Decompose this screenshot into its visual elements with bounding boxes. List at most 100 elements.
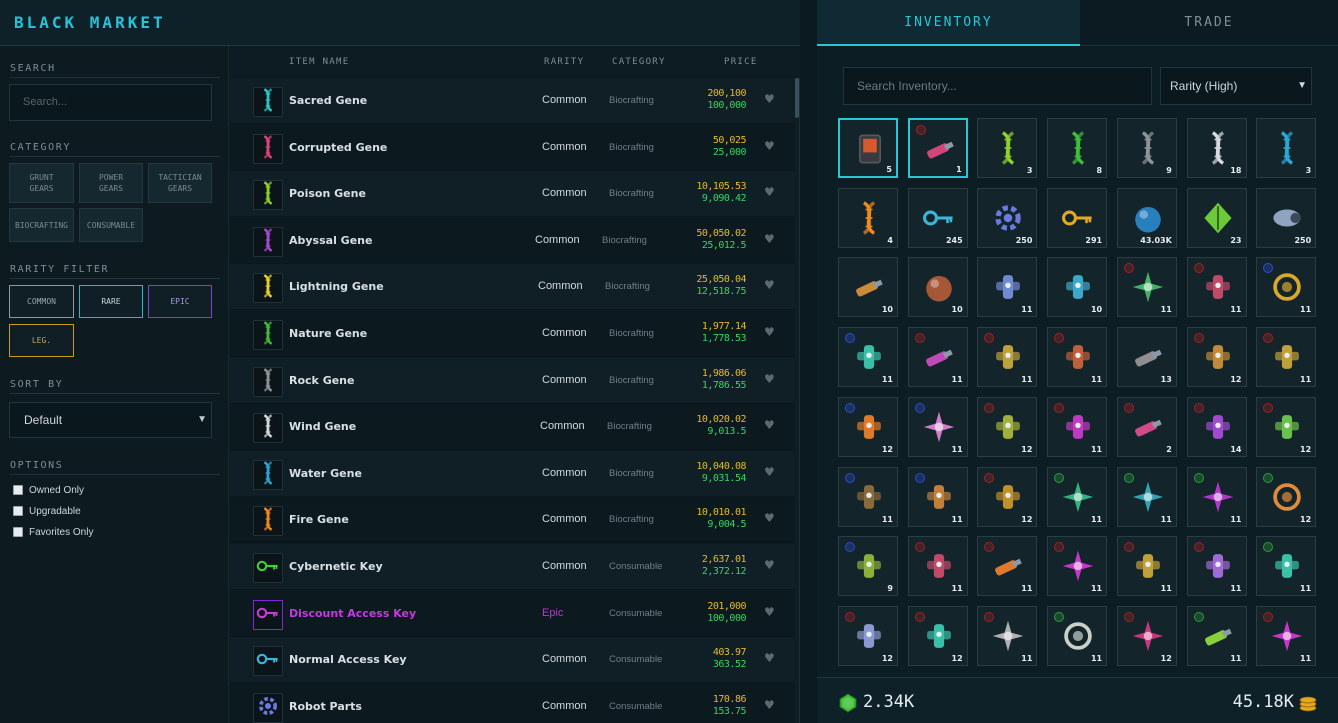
inventory-slot[interactable]: 11 bbox=[907, 536, 968, 597]
inventory-slot[interactable]: 11 bbox=[1116, 536, 1177, 597]
inventory-slot[interactable]: 12 bbox=[838, 396, 898, 457]
inventory-slot[interactable]: 12 bbox=[1116, 605, 1177, 666]
rarity-sort-select[interactable]: Rarity (High) ▼ bbox=[1160, 67, 1312, 105]
inventory-slot[interactable]: 9 bbox=[838, 536, 898, 597]
option-upgradable[interactable]: Upgradable bbox=[13, 504, 81, 518]
inventory-slot[interactable]: 12 bbox=[1256, 396, 1317, 457]
inventory-slot[interactable]: 250 bbox=[977, 187, 1038, 248]
table-row[interactable]: Rock Gene Common Biocrafting 1,986.06 1,… bbox=[230, 357, 796, 404]
table-row[interactable]: Fire Gene Common Biocrafting 10,010.01 9… bbox=[230, 497, 796, 544]
rarity-common-button[interactable]: COMMON bbox=[9, 285, 74, 318]
favorite-heart-icon[interactable]: ♥ bbox=[764, 278, 775, 292]
inventory-slot[interactable]: 11 bbox=[1186, 536, 1247, 597]
table-row[interactable]: Wind Gene Common Biocrafting 10,020.02 9… bbox=[230, 404, 796, 451]
inventory-slot[interactable]: 291 bbox=[1047, 187, 1108, 248]
inventory-search-input[interactable]: Search Inventory... bbox=[843, 67, 1152, 105]
inventory-slot[interactable]: 14 bbox=[1186, 396, 1247, 457]
column-header-rarity[interactable]: RARITY bbox=[544, 57, 584, 67]
rarity-rare-button[interactable]: RARE bbox=[79, 285, 143, 318]
inventory-slot[interactable]: 11 bbox=[1047, 536, 1108, 597]
table-row[interactable]: Nature Gene Common Biocrafting 1,977.14 … bbox=[230, 311, 796, 357]
inventory-slot[interactable]: 11 bbox=[1256, 536, 1317, 597]
inventory-slot[interactable]: 11 bbox=[977, 327, 1038, 388]
inventory-slot[interactable]: 5 bbox=[838, 118, 898, 178]
inventory-slot[interactable]: 11 bbox=[1256, 257, 1317, 318]
table-row[interactable]: Abyssal Gene Common Biocrafting 50,050.0… bbox=[230, 217, 796, 264]
column-header-name[interactable]: ITEM NAME bbox=[289, 57, 349, 67]
favorite-heart-icon[interactable]: ♥ bbox=[764, 698, 775, 712]
scrollbar-track[interactable] bbox=[795, 78, 799, 723]
inventory-slot[interactable]: 12 bbox=[1256, 466, 1317, 527]
inventory-slot[interactable]: 11 bbox=[1116, 257, 1177, 318]
checkbox[interactable] bbox=[13, 527, 23, 537]
table-row[interactable]: Sacred Gene Common Biocrafting 200,100 1… bbox=[230, 78, 796, 124]
inventory-slot[interactable]: 11 bbox=[838, 466, 898, 527]
tab-inventory[interactable]: INVENTORY bbox=[817, 0, 1080, 46]
category-grunt-gears[interactable]: GRUNT GEARS bbox=[9, 163, 74, 203]
inventory-slot[interactable]: 12 bbox=[1186, 327, 1247, 388]
checkbox[interactable] bbox=[13, 506, 23, 516]
favorite-heart-icon[interactable]: ♥ bbox=[764, 139, 775, 153]
inventory-slot[interactable]: 11 bbox=[977, 536, 1038, 597]
category-tactician-gears[interactable]: TACTICIAN GEARS bbox=[148, 163, 212, 203]
inventory-slot[interactable]: 10 bbox=[1047, 257, 1108, 318]
table-row[interactable]: Cybernetic Key Common Consumable 2,637.0… bbox=[230, 544, 796, 590]
inventory-slot[interactable]: 11 bbox=[907, 396, 968, 457]
inventory-slot[interactable]: 10 bbox=[907, 257, 968, 318]
inventory-slot[interactable]: 12 bbox=[977, 466, 1038, 527]
table-row[interactable]: Normal Access Key Common Consumable 403.… bbox=[230, 637, 796, 684]
table-row[interactable]: Discount Access Key Epic Consumable 201,… bbox=[230, 590, 796, 637]
inventory-slot[interactable]: 10 bbox=[838, 257, 898, 318]
inventory-slot[interactable]: 11 bbox=[1186, 466, 1247, 527]
inventory-slot[interactable]: 11 bbox=[907, 327, 968, 388]
inventory-slot[interactable]: 11 bbox=[1047, 466, 1108, 527]
inventory-slot[interactable]: 23 bbox=[1186, 187, 1247, 248]
checkbox[interactable] bbox=[13, 485, 23, 495]
category-consumable[interactable]: CONSUMABLE bbox=[79, 208, 143, 242]
inventory-slot[interactable]: 2 bbox=[1116, 396, 1177, 457]
favorite-heart-icon[interactable]: ♥ bbox=[764, 465, 775, 479]
search-input[interactable]: Search... bbox=[9, 84, 212, 121]
inventory-slot[interactable]: 11 bbox=[907, 466, 968, 527]
inventory-slot[interactable]: 3 bbox=[977, 118, 1038, 178]
inventory-slot[interactable]: 250 bbox=[1256, 187, 1317, 248]
favorite-heart-icon[interactable]: ♥ bbox=[764, 92, 775, 106]
inventory-slot[interactable]: 11 bbox=[1047, 605, 1108, 666]
table-row[interactable]: Corrupted Gene Common Biocrafting 50,025… bbox=[230, 124, 796, 171]
inventory-slot[interactable]: 11 bbox=[1047, 327, 1108, 388]
favorite-heart-icon[interactable]: ♥ bbox=[764, 418, 775, 432]
option-owned-only[interactable]: Owned Only bbox=[13, 483, 84, 497]
inventory-slot[interactable]: 11 bbox=[977, 257, 1038, 318]
category-power-gears[interactable]: POWER GEARS bbox=[79, 163, 143, 203]
inventory-slot[interactable]: 9 bbox=[1116, 118, 1177, 178]
inventory-slot[interactable]: 11 bbox=[1256, 327, 1317, 388]
sort-select[interactable]: Default ▼ bbox=[9, 402, 212, 438]
favorite-heart-icon[interactable]: ♥ bbox=[764, 605, 775, 619]
inventory-slot[interactable]: 11 bbox=[1186, 605, 1247, 666]
inventory-slot[interactable]: 11 bbox=[977, 605, 1038, 666]
scrollbar-thumb[interactable] bbox=[795, 78, 799, 118]
inventory-slot[interactable]: 245 bbox=[907, 187, 968, 248]
inventory-slot[interactable]: 4 bbox=[838, 187, 898, 248]
inventory-slot[interactable]: 43.03K bbox=[1116, 187, 1177, 248]
inventory-slot[interactable]: 18 bbox=[1186, 118, 1247, 178]
column-header-price[interactable]: PRICE bbox=[724, 57, 758, 67]
inventory-slot[interactable]: 12 bbox=[838, 605, 898, 666]
inventory-slot[interactable]: 3 bbox=[1256, 118, 1317, 178]
favorite-heart-icon[interactable]: ♥ bbox=[764, 651, 775, 665]
inventory-slot[interactable]: 11 bbox=[838, 327, 898, 388]
favorite-heart-icon[interactable]: ♥ bbox=[764, 325, 775, 339]
inventory-slot[interactable]: 12 bbox=[977, 396, 1038, 457]
inventory-slot[interactable]: 11 bbox=[1116, 466, 1177, 527]
inventory-slot[interactable]: 12 bbox=[907, 605, 968, 666]
favorite-heart-icon[interactable]: ♥ bbox=[764, 232, 775, 246]
inventory-slot[interactable]: 11 bbox=[1047, 396, 1108, 457]
rarity-epic-button[interactable]: EPIC bbox=[148, 285, 212, 318]
table-row[interactable]: Poison Gene Common Biocrafting 10,105.53… bbox=[230, 171, 796, 218]
column-header-category[interactable]: CATEGORY bbox=[612, 57, 666, 67]
favorite-heart-icon[interactable]: ♥ bbox=[764, 558, 775, 572]
table-row[interactable]: Robot Parts Common Consumable 170.86 153… bbox=[230, 683, 796, 723]
category-biocrafting[interactable]: BIOCRAFTING bbox=[9, 208, 74, 242]
rarity-legendary-button[interactable]: LEG. bbox=[9, 324, 74, 357]
option-favorites-only[interactable]: Favorites Only bbox=[13, 525, 93, 539]
